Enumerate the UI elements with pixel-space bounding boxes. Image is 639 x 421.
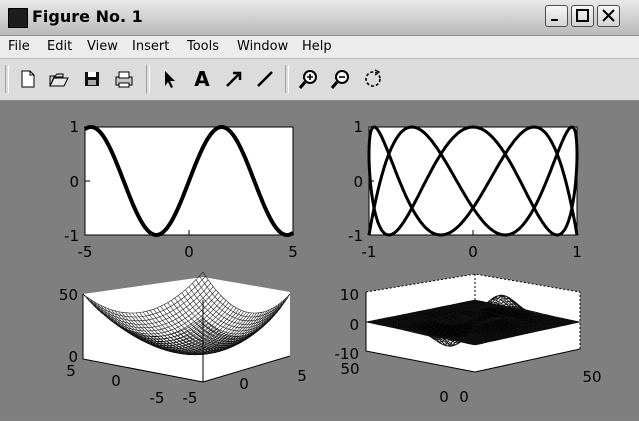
z-tick-label: 50 [59,286,78,304]
y-tick-label: 0 [353,173,363,191]
menu-tools[interactable]: Tools [187,39,219,54]
menu-help[interactable]: Help [302,39,332,54]
y-tick-label: 1 [353,118,363,136]
x-tick-label: 0 [468,243,478,261]
x-tick-label: -1 [362,243,377,261]
subplot-peaks[interactable]: 10 0 -10 50 0 0 50 [335,273,602,406]
subplot-paraboloid[interactable]: 50 0 5 0 -5 -5 0 5 [59,271,307,407]
zoom-out-icon[interactable] [329,67,353,91]
arrow-icon[interactable] [222,67,246,91]
menu-insert[interactable]: Insert [132,39,169,54]
subplot-sine[interactable]: 1 0 -1 -5 0 5 [64,118,298,261]
matlab-figure-icon [8,8,28,28]
new-file-icon[interactable] [16,67,40,91]
x-tick-label: 0 [439,388,449,406]
x-tick-label: 0 [111,372,121,390]
text-icon[interactable]: A [190,67,214,91]
subplot-lissajous[interactable]: 1 0 -1 -1 0 1 [348,118,582,261]
x-tick-label: 50 [340,360,359,378]
figure-axes-svg: 1 0 -1 -5 0 5 1 0 -1 -1 0 1 50 0 5 0 -5 … [59,118,602,407]
y-tick-label: -5 [183,389,198,407]
y-tick-label: 0 [239,375,249,393]
menu-edit[interactable]: Edit [47,39,72,54]
x-tick-label: 1 [572,243,582,261]
y-tick-label: 0 [459,388,469,406]
maximize-button[interactable] [571,5,594,27]
title-bar[interactable]: Figure No. 1 [0,0,639,36]
x-tick-label: 5 [288,243,298,261]
z-tick-label: 10 [340,286,359,304]
close-button[interactable] [597,5,620,27]
minimize-button[interactable] [545,5,568,27]
open-folder-icon[interactable] [47,67,71,91]
menu-window[interactable]: Window [237,39,288,54]
y-tick-label: 0 [69,173,79,191]
figure-window: Figure No. 1 File Edit View Insert Tools… [0,0,639,417]
toolbar-grip [5,65,9,93]
x-tick-label: 5 [66,362,76,380]
save-icon[interactable] [80,67,104,91]
x-tick-label: 0 [184,243,194,261]
text-tool-label: A [194,67,210,91]
z-tick-label: 0 [349,316,359,334]
window-title: Figure No. 1 [32,7,143,26]
print-icon[interactable] [112,67,136,91]
line-icon[interactable] [253,67,277,91]
figure-canvas[interactable]: 1 0 -1 -5 0 5 1 0 -1 -1 0 1 50 0 5 0 -5 … [0,101,639,417]
toolbar-separator [285,65,289,93]
x-tick-label: -5 [150,389,165,407]
zoom-in-icon[interactable] [297,67,321,91]
y-tick-label: 5 [297,367,307,385]
toolbar-separator [146,65,150,93]
rotate-icon[interactable] [361,67,385,91]
menu-view[interactable]: View [87,39,118,54]
menu-file[interactable]: File [8,39,30,54]
toolbar: A [0,59,639,101]
y-tick-label: 50 [582,368,601,386]
menu-bar: File Edit View Insert Tools Window Help [0,36,639,59]
y-tick-label: 1 [69,118,79,136]
x-tick-label: -5 [78,243,93,261]
select-arrow-icon[interactable] [157,67,181,91]
